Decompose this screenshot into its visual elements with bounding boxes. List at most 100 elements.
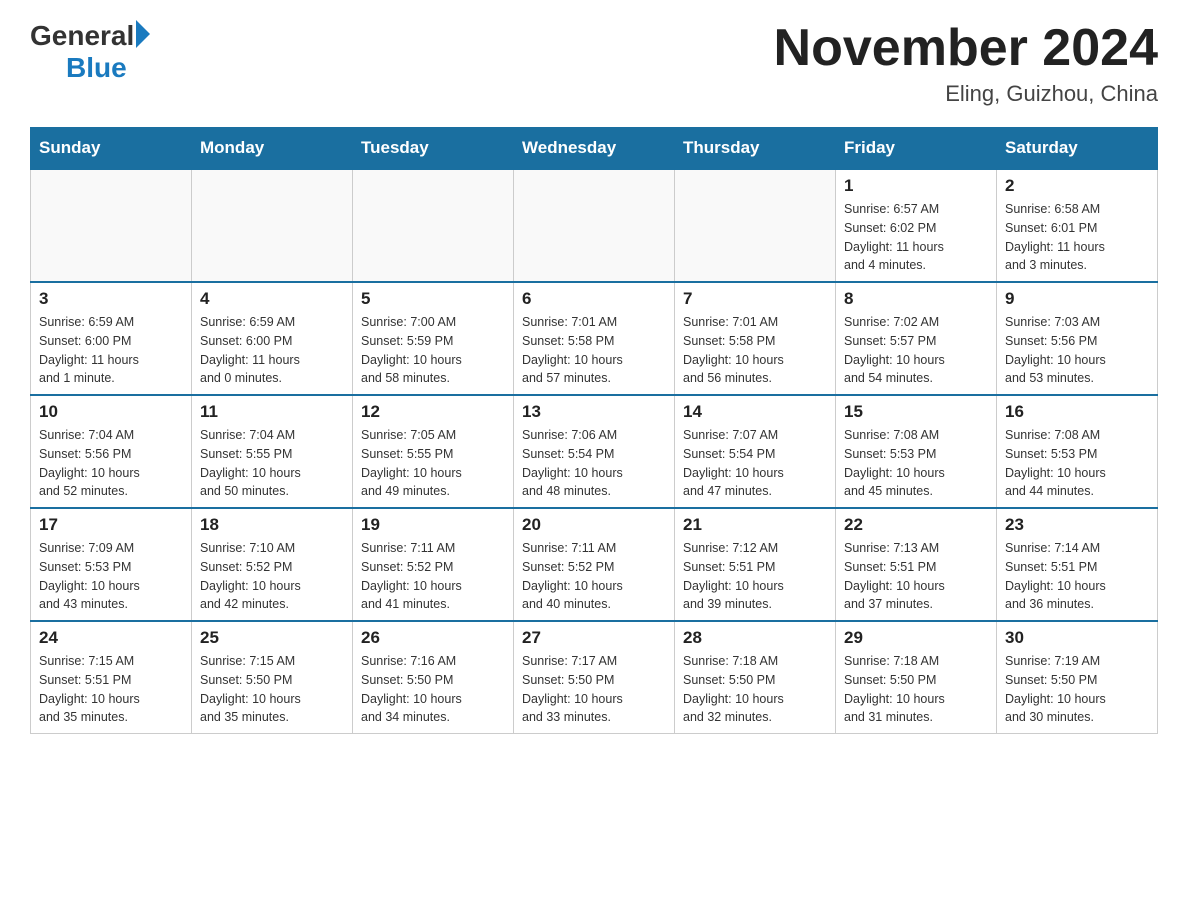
week-row-4: 17 Sunrise: 7:09 AM Sunset: 5:53 PM Dayli… (31, 508, 1158, 621)
day-number: 18 (200, 515, 344, 535)
day-cell: 29 Sunrise: 7:18 AM Sunset: 5:50 PM Dayli… (836, 621, 997, 734)
day-info: Sunrise: 7:12 AM Sunset: 5:51 PM Dayligh… (683, 539, 827, 614)
calendar-title: November 2024 (774, 20, 1158, 77)
day-info: Sunrise: 7:18 AM Sunset: 5:50 PM Dayligh… (683, 652, 827, 727)
day-cell (31, 169, 192, 282)
day-info: Sunrise: 7:00 AM Sunset: 5:59 PM Dayligh… (361, 313, 505, 388)
day-cell (514, 169, 675, 282)
day-cell: 2 Sunrise: 6:58 AM Sunset: 6:01 PM Daylig… (997, 169, 1158, 282)
day-cell: 8 Sunrise: 7:02 AM Sunset: 5:57 PM Daylig… (836, 282, 997, 395)
day-cell: 12Sunrise: 7:05 AM Sunset: 5:55 PM Dayli… (353, 395, 514, 508)
day-number: 4 (200, 289, 344, 309)
day-number: 5 (361, 289, 505, 309)
day-cell: 24Sunrise: 7:15 AM Sunset: 5:51 PM Dayli… (31, 621, 192, 734)
day-number: 23 (1005, 515, 1149, 535)
day-cell: 11 Sunrise: 7:04 AM Sunset: 5:55 PM Dayli… (192, 395, 353, 508)
day-cell: 20 Sunrise: 7:11 AM Sunset: 5:52 PM Dayli… (514, 508, 675, 621)
day-info: Sunrise: 6:57 AM Sunset: 6:02 PM Dayligh… (844, 200, 988, 275)
day-cell: 22 Sunrise: 7:13 AM Sunset: 5:51 PM Dayli… (836, 508, 997, 621)
week-row-1: 1 Sunrise: 6:57 AM Sunset: 6:02 PM Daylig… (31, 169, 1158, 282)
day-info: Sunrise: 7:09 AM Sunset: 5:53 PM Dayligh… (39, 539, 183, 614)
day-info: Sunrise: 7:08 AM Sunset: 5:53 PM Dayligh… (844, 426, 988, 501)
day-info: Sunrise: 7:04 AM Sunset: 5:56 PM Dayligh… (39, 426, 183, 501)
day-number: 2 (1005, 176, 1149, 196)
day-number: 28 (683, 628, 827, 648)
day-header-friday: Friday (836, 128, 997, 170)
day-cell: 27Sunrise: 7:17 AM Sunset: 5:50 PM Dayli… (514, 621, 675, 734)
day-cell: 23 Sunrise: 7:14 AM Sunset: 5:51 PM Dayli… (997, 508, 1158, 621)
day-number: 26 (361, 628, 505, 648)
day-cell: 15 Sunrise: 7:08 AM Sunset: 5:53 PM Dayli… (836, 395, 997, 508)
day-cell: 9Sunrise: 7:03 AM Sunset: 5:56 PM Daylig… (997, 282, 1158, 395)
day-info: Sunrise: 7:01 AM Sunset: 5:58 PM Dayligh… (683, 313, 827, 388)
day-cell: 4 Sunrise: 6:59 AM Sunset: 6:00 PM Daylig… (192, 282, 353, 395)
day-info: Sunrise: 7:15 AM Sunset: 5:51 PM Dayligh… (39, 652, 183, 727)
day-number: 13 (522, 402, 666, 422)
day-cell: 17 Sunrise: 7:09 AM Sunset: 5:53 PM Dayli… (31, 508, 192, 621)
day-cell: 21 Sunrise: 7:12 AM Sunset: 5:51 PM Dayli… (675, 508, 836, 621)
day-cell: 25Sunrise: 7:15 AM Sunset: 5:50 PM Dayli… (192, 621, 353, 734)
day-cell: 28 Sunrise: 7:18 AM Sunset: 5:50 PM Dayli… (675, 621, 836, 734)
day-cell (192, 169, 353, 282)
day-number: 15 (844, 402, 988, 422)
title-section: November 2024 Eling, Guizhou, China (774, 20, 1158, 107)
day-number: 11 (200, 402, 344, 422)
day-info: Sunrise: 6:59 AM Sunset: 6:00 PM Dayligh… (200, 313, 344, 388)
day-cell: 19 Sunrise: 7:11 AM Sunset: 5:52 PM Dayli… (353, 508, 514, 621)
day-number: 7 (683, 289, 827, 309)
day-info: Sunrise: 7:10 AM Sunset: 5:52 PM Dayligh… (200, 539, 344, 614)
calendar-subtitle: Eling, Guizhou, China (774, 81, 1158, 107)
day-info: Sunrise: 7:04 AM Sunset: 5:55 PM Dayligh… (200, 426, 344, 501)
day-info: Sunrise: 7:19 AM Sunset: 5:50 PM Dayligh… (1005, 652, 1149, 727)
day-number: 14 (683, 402, 827, 422)
day-number: 27 (522, 628, 666, 648)
logo-general: General (30, 20, 134, 52)
day-cell: 1 Sunrise: 6:57 AM Sunset: 6:02 PM Daylig… (836, 169, 997, 282)
day-info: Sunrise: 7:14 AM Sunset: 5:51 PM Dayligh… (1005, 539, 1149, 614)
day-cell: 6Sunrise: 7:01 AM Sunset: 5:58 PM Daylig… (514, 282, 675, 395)
day-cell: 14Sunrise: 7:07 AM Sunset: 5:54 PM Dayli… (675, 395, 836, 508)
day-info: Sunrise: 7:16 AM Sunset: 5:50 PM Dayligh… (361, 652, 505, 727)
day-info: Sunrise: 7:18 AM Sunset: 5:50 PM Dayligh… (844, 652, 988, 727)
day-number: 1 (844, 176, 988, 196)
day-header-monday: Monday (192, 128, 353, 170)
day-number: 30 (1005, 628, 1149, 648)
day-info: Sunrise: 7:05 AM Sunset: 5:55 PM Dayligh… (361, 426, 505, 501)
day-info: Sunrise: 6:58 AM Sunset: 6:01 PM Dayligh… (1005, 200, 1149, 275)
week-row-5: 24Sunrise: 7:15 AM Sunset: 5:51 PM Dayli… (31, 621, 1158, 734)
day-cell (353, 169, 514, 282)
day-cell: 26 Sunrise: 7:16 AM Sunset: 5:50 PM Dayli… (353, 621, 514, 734)
day-cell: 18 Sunrise: 7:10 AM Sunset: 5:52 PM Dayli… (192, 508, 353, 621)
day-number: 3 (39, 289, 183, 309)
day-number: 22 (844, 515, 988, 535)
day-number: 19 (361, 515, 505, 535)
day-number: 10 (39, 402, 183, 422)
day-header-sunday: Sunday (31, 128, 192, 170)
day-number: 8 (844, 289, 988, 309)
page-header: General Blue November 2024 Eling, Guizho… (30, 20, 1158, 107)
day-header-wednesday: Wednesday (514, 128, 675, 170)
header-row: SundayMondayTuesdayWednesdayThursdayFrid… (31, 128, 1158, 170)
day-number: 20 (522, 515, 666, 535)
day-cell: 3 Sunrise: 6:59 AM Sunset: 6:00 PM Daylig… (31, 282, 192, 395)
day-number: 25 (200, 628, 344, 648)
day-number: 17 (39, 515, 183, 535)
day-cell: 5 Sunrise: 7:00 AM Sunset: 5:59 PM Daylig… (353, 282, 514, 395)
day-info: Sunrise: 7:08 AM Sunset: 5:53 PM Dayligh… (1005, 426, 1149, 501)
day-info: Sunrise: 6:59 AM Sunset: 6:00 PM Dayligh… (39, 313, 183, 388)
day-cell: 30 Sunrise: 7:19 AM Sunset: 5:50 PM Dayli… (997, 621, 1158, 734)
day-info: Sunrise: 7:02 AM Sunset: 5:57 PM Dayligh… (844, 313, 988, 388)
day-info: Sunrise: 7:11 AM Sunset: 5:52 PM Dayligh… (522, 539, 666, 614)
day-info: Sunrise: 7:11 AM Sunset: 5:52 PM Dayligh… (361, 539, 505, 614)
day-number: 21 (683, 515, 827, 535)
calendar-table: SundayMondayTuesdayWednesdayThursdayFrid… (30, 127, 1158, 734)
day-number: 29 (844, 628, 988, 648)
day-number: 9 (1005, 289, 1149, 309)
day-cell: 7 Sunrise: 7:01 AM Sunset: 5:58 PM Daylig… (675, 282, 836, 395)
day-info: Sunrise: 7:01 AM Sunset: 5:58 PM Dayligh… (522, 313, 666, 388)
day-number: 16 (1005, 402, 1149, 422)
logo-blue: Blue (66, 52, 127, 84)
day-info: Sunrise: 7:06 AM Sunset: 5:54 PM Dayligh… (522, 426, 666, 501)
day-info: Sunrise: 7:13 AM Sunset: 5:51 PM Dayligh… (844, 539, 988, 614)
day-header-thursday: Thursday (675, 128, 836, 170)
